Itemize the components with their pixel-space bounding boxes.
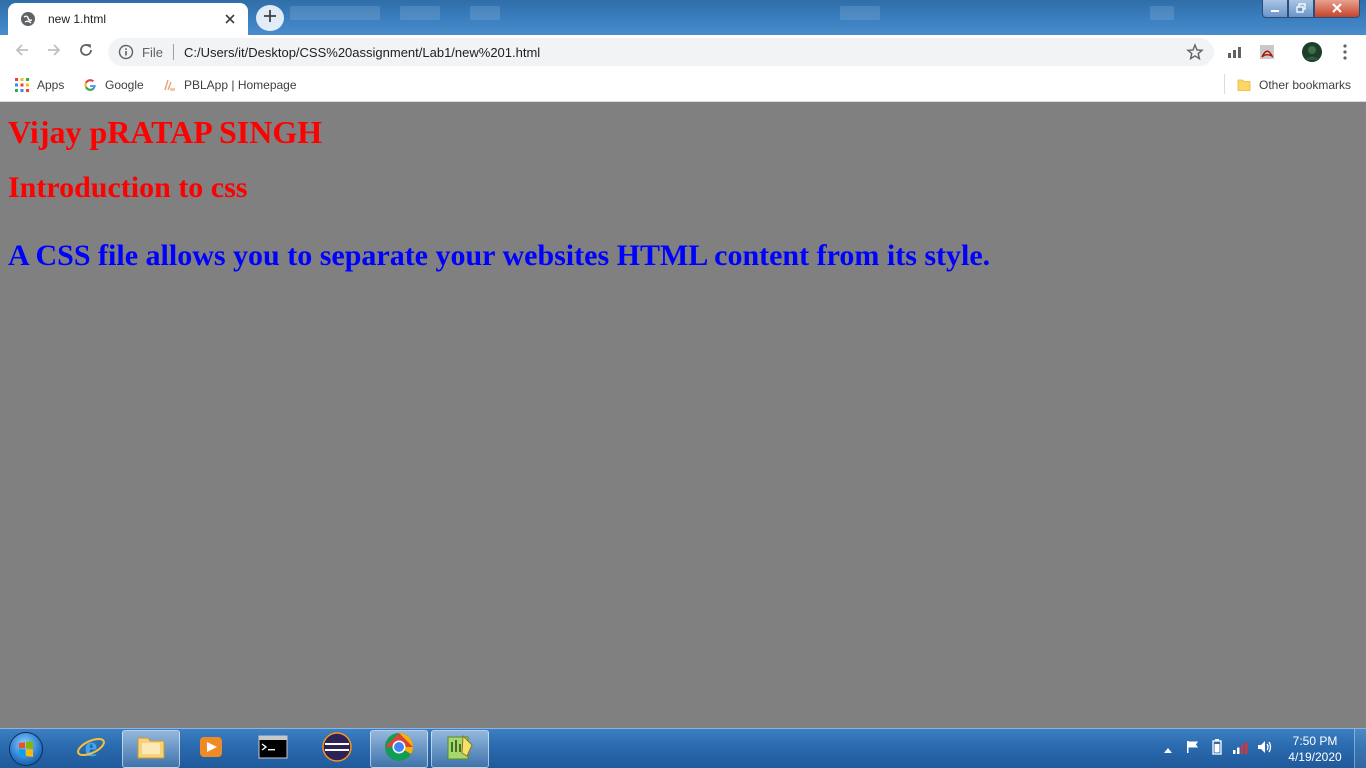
battery-icon <box>1212 738 1222 760</box>
eclipse-icon <box>322 731 352 767</box>
network-tray[interactable] <box>1230 729 1252 768</box>
bookmark-label: Other bookmarks <box>1259 78 1352 92</box>
background-blur <box>840 6 880 20</box>
taskbar-eclipse[interactable] <box>308 730 366 768</box>
bookmark-label: Apps <box>37 78 65 92</box>
info-icon[interactable] <box>118 44 134 60</box>
bookmark-label: Google <box>105 78 144 92</box>
background-blur <box>290 6 380 20</box>
cmd-icon <box>258 735 288 764</box>
svg-text:e: e <box>85 732 97 762</box>
page-viewport: Vijay pRATAP SINGH Introduction to css A… <box>0 103 1366 728</box>
background-blur <box>470 6 500 20</box>
bookmarks-bar: Apps Google PBLApp | Homepage Other book… <box>0 69 1366 102</box>
system-clock[interactable]: 7:50 PM 4/19/2020 <box>1280 733 1350 765</box>
taskbar-file-explorer[interactable] <box>122 730 180 768</box>
apps-grid-icon <box>14 77 30 93</box>
bookmark-google[interactable]: Google <box>82 75 144 95</box>
background-blur <box>400 6 440 20</box>
tab-title: new 1.html <box>48 12 107 26</box>
minimize-icon <box>1270 0 1280 18</box>
signal-extension-icon[interactable] <box>1226 43 1244 61</box>
action-center[interactable] <box>1184 729 1202 768</box>
taskbar-media-player[interactable] <box>182 730 240 768</box>
volume-tray[interactable] <box>1256 729 1274 768</box>
browser-title-bar: new 1.html <box>0 0 1366 35</box>
browser-toolbar: File C:/Users/it/Desktop/CSS%20assignmen… <box>0 35 1366 69</box>
bookmarks-divider <box>1224 74 1225 94</box>
battery-tray[interactable] <box>1208 729 1226 768</box>
background-blur <box>1150 6 1174 20</box>
bookmark-pblapp[interactable]: PBLApp | Homepage <box>161 75 297 95</box>
taskbar-notepadpp[interactable] <box>431 730 489 768</box>
star-icon[interactable] <box>1186 43 1204 61</box>
plus-icon <box>264 9 276 27</box>
page-paragraph: A CSS file allows you to separate your w… <box>8 239 991 272</box>
window-controls <box>1262 0 1360 18</box>
taskbar-cmd[interactable] <box>244 730 302 768</box>
url-scheme-label: File <box>142 44 163 60</box>
taskbar-ie[interactable]: e <box>62 730 120 768</box>
flag-icon <box>1186 740 1200 759</box>
bookmark-label: PBLApp | Homepage <box>184 78 297 92</box>
taskbar-chrome[interactable] <box>370 730 428 768</box>
start-orb-icon <box>9 732 43 766</box>
url-text[interactable]: C:/Users/it/Desktop/CSS%20assignment/Lab… <box>184 45 1186 60</box>
forward-button[interactable] <box>38 36 70 68</box>
chrome-icon <box>384 732 414 767</box>
address-bar[interactable]: File C:/Users/it/Desktop/CSS%20assignmen… <box>108 38 1214 66</box>
close-tab-icon[interactable] <box>222 11 238 27</box>
close-window-button[interactable] <box>1314 0 1360 18</box>
minimize-button[interactable] <box>1262 0 1288 18</box>
maximize-icon <box>1296 0 1306 18</box>
speaker-icon <box>1257 740 1273 759</box>
bookmark-apps[interactable]: Apps <box>14 75 64 95</box>
pblapp-icon <box>161 77 177 93</box>
address-separator <box>172 44 174 60</box>
show-desktop-button[interactable] <box>1354 729 1366 768</box>
media-player-icon <box>198 734 224 765</box>
back-button[interactable] <box>6 36 38 68</box>
other-bookmarks[interactable]: Other bookmarks <box>1236 75 1351 95</box>
clock-time: 7:50 PM <box>1292 734 1338 748</box>
signal-bars-icon <box>1232 740 1250 759</box>
reload-icon <box>78 42 94 63</box>
new-tab-button[interactable] <box>256 5 284 31</box>
menu-dots-icon[interactable] <box>1336 43 1354 61</box>
chevron-up-icon <box>1164 740 1172 758</box>
page-heading-name: Vijay pRATAP SINGH <box>8 114 323 150</box>
notepadpp-icon <box>445 732 475 767</box>
maximize-button[interactable] <box>1288 0 1314 18</box>
profile-avatar[interactable] <box>1302 42 1322 62</box>
windows-taskbar: e 7:50 PM 4/19/2020 <box>0 728 1366 768</box>
clock-date: 4/19/2020 <box>1288 750 1342 764</box>
forward-arrow-icon <box>46 42 62 63</box>
close-icon <box>1331 0 1343 18</box>
ie-icon: e <box>76 732 106 767</box>
file-explorer-icon <box>136 734 166 765</box>
browser-tab[interactable]: new 1.html <box>8 3 248 35</box>
globe-icon <box>20 11 36 27</box>
show-hidden-icons[interactable] <box>1162 729 1174 768</box>
page-heading-intro: Introduction to css <box>8 171 248 204</box>
back-arrow-icon <box>14 42 30 63</box>
pdf-extension-icon[interactable] <box>1258 43 1276 61</box>
google-icon <box>82 77 98 93</box>
reload-button[interactable] <box>70 36 102 68</box>
start-button[interactable] <box>6 730 46 768</box>
folder-icon <box>1236 77 1252 93</box>
